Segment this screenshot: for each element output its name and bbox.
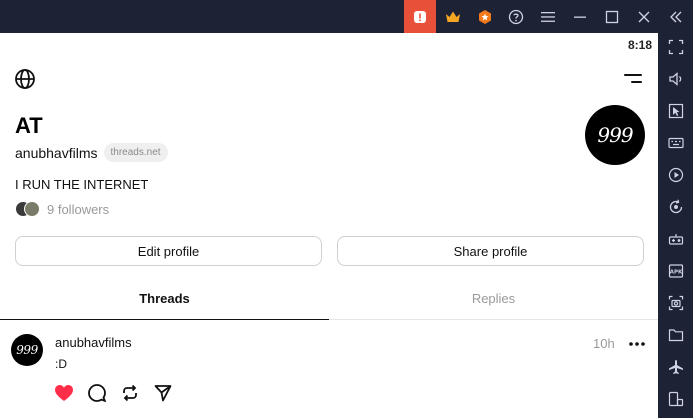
send-icon	[154, 384, 172, 407]
status-bar-time: 8:18	[627, 38, 652, 52]
post-avatar[interactable]: 999	[11, 334, 43, 366]
profile-avatar[interactable]: 999	[585, 105, 645, 165]
screenshot-button[interactable]	[658, 289, 693, 321]
keyboard-button[interactable]	[658, 129, 693, 161]
play-icon	[668, 167, 684, 188]
crown-button[interactable]	[437, 0, 469, 33]
follower-avatars	[15, 201, 43, 217]
globe-button[interactable]	[14, 68, 36, 95]
edit-profile-button[interactable]: Edit profile	[15, 236, 322, 266]
rotate-icon	[668, 199, 684, 220]
volume-button[interactable]	[658, 65, 693, 97]
menu-icon	[541, 11, 555, 23]
followers-count: 9 followers	[47, 201, 110, 217]
fullscreen-icon	[668, 39, 684, 60]
svg-text:APK: APK	[669, 269, 682, 275]
keyboard-icon	[667, 136, 684, 155]
controller-icon	[668, 231, 684, 252]
reply-button[interactable]	[87, 383, 107, 407]
apk-icon: APK	[668, 263, 684, 284]
install-apk-button[interactable]: APK	[658, 257, 693, 289]
multi-instance-icon	[668, 391, 684, 412]
menu-button[interactable]	[620, 71, 646, 91]
game-controls-button[interactable]	[658, 225, 693, 257]
alert-button[interactable]	[404, 0, 436, 33]
post-more-button[interactable]	[627, 336, 647, 350]
heart-icon	[54, 384, 74, 407]
tab-threads[interactable]: Threads	[0, 277, 329, 320]
multi-instance-button[interactable]	[658, 385, 693, 417]
help-icon	[508, 9, 524, 25]
share-button[interactable]	[153, 384, 173, 407]
like-button[interactable]	[54, 384, 74, 407]
help-button[interactable]	[500, 0, 532, 33]
media-folder-button[interactable]	[658, 321, 693, 353]
menu-lines-icon	[621, 71, 645, 92]
profile-bio: I RUN THE INTERNET	[15, 177, 149, 192]
pointer-icon	[668, 103, 684, 124]
maximize-icon	[605, 10, 619, 24]
followers-row[interactable]: 9 followers	[15, 201, 109, 217]
post-text: :D	[55, 357, 67, 371]
app-screen: 8:18 AT anubhavfilms threads.net 999 I R…	[0, 33, 658, 418]
post-username[interactable]: anubhavfilms	[55, 335, 132, 350]
post-time: 10h	[593, 336, 615, 351]
close-icon	[637, 10, 651, 24]
macro-button[interactable]	[658, 161, 693, 193]
minimize-button[interactable]	[564, 0, 596, 33]
username-row: anubhavfilms threads.net	[15, 143, 168, 162]
rotate-button[interactable]	[658, 193, 693, 225]
collapse-sidebar-button[interactable]	[660, 0, 692, 33]
profile-username: anubhavfilms	[15, 144, 98, 161]
volume-icon	[668, 71, 684, 92]
airplane-icon	[668, 359, 684, 380]
collapse-icon	[669, 10, 683, 24]
crown-icon	[445, 10, 461, 24]
star-badge-button[interactable]	[469, 0, 501, 33]
airplane-mode-button[interactable]	[658, 353, 693, 385]
share-profile-button[interactable]: Share profile	[337, 236, 644, 266]
close-button[interactable]	[628, 0, 660, 33]
globe-icon	[14, 68, 36, 95]
alert-icon	[412, 9, 428, 25]
minimize-icon	[573, 10, 587, 24]
emulator-sidebar: APK	[658, 33, 693, 418]
pointer-button[interactable]	[658, 97, 693, 129]
more-icon	[628, 334, 646, 352]
maximize-button[interactable]	[596, 0, 628, 33]
emulator-titlebar	[0, 0, 693, 33]
screenshot-icon	[668, 295, 684, 316]
tab-replies[interactable]: Replies	[329, 277, 658, 320]
repost-icon	[121, 384, 139, 407]
star-badge-icon	[477, 9, 493, 25]
comment-icon	[88, 383, 107, 407]
profile-display-name: AT	[15, 113, 43, 138]
folder-icon	[668, 328, 684, 347]
domain-badge[interactable]: threads.net	[103, 143, 168, 162]
follower-avatar	[24, 201, 40, 217]
fullscreen-button[interactable]	[658, 33, 693, 65]
menu-button[interactable]	[532, 0, 564, 33]
repost-button[interactable]	[120, 384, 140, 407]
